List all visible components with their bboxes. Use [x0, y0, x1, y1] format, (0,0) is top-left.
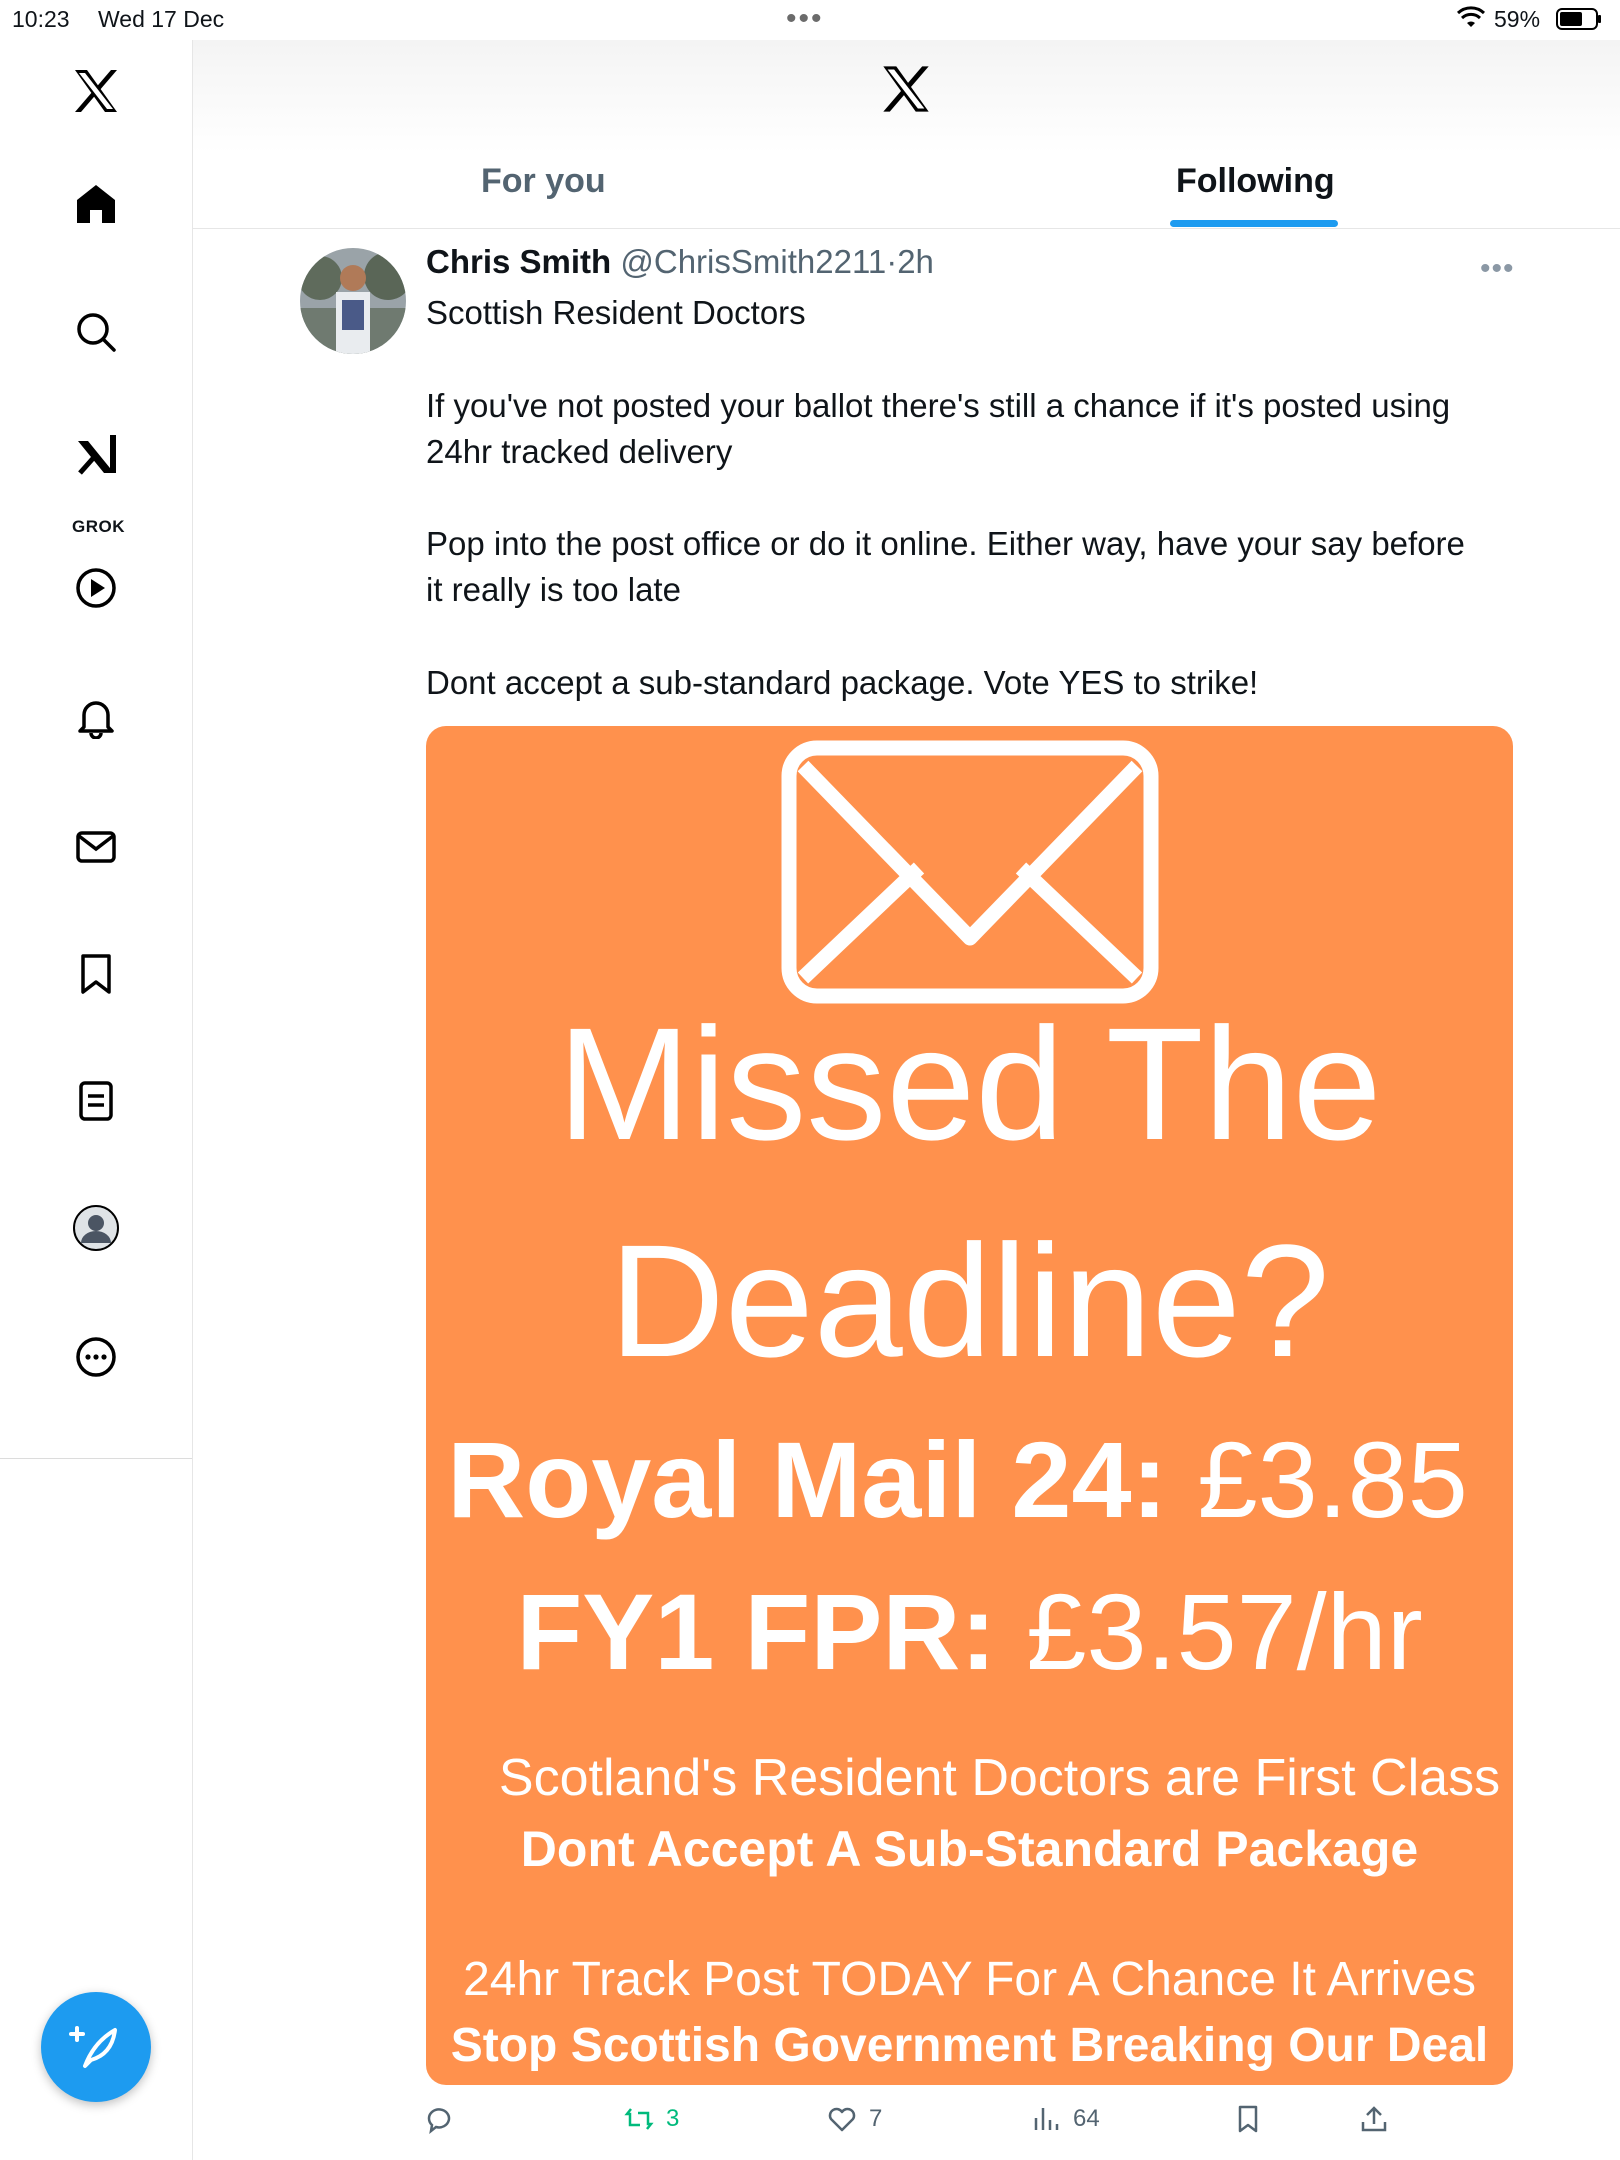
profile-icon[interactable] — [71, 1203, 121, 1253]
active-tab-indicator — [1170, 220, 1338, 227]
like-count: 7 — [869, 2105, 883, 2132]
battery-icon — [1556, 8, 1602, 30]
wifi-icon — [1456, 6, 1486, 36]
share-icon — [1361, 2106, 1387, 2132]
repost-icon — [624, 2108, 654, 2130]
sidebar: GROK — [0, 40, 193, 2160]
header-separator: · — [886, 243, 898, 280]
repost-count: 3 — [666, 2105, 680, 2132]
bookmarks-icon[interactable] — [71, 949, 121, 999]
author-name[interactable]: Chris Smith — [426, 243, 611, 280]
price1-value: £3.85 — [1197, 1419, 1468, 1540]
media-price-row1: Royal Mail 24: £3.85 — [426, 1426, 1501, 1534]
media-subtitle-2: Dont Accept A Sub-Standard Package — [520, 1821, 1419, 1877]
tab-following[interactable]: Following — [1176, 162, 1335, 201]
envelope-icon — [781, 740, 1159, 1004]
reply-icon — [427, 2108, 451, 2134]
repost-button[interactable]: 3 — [624, 2104, 679, 2134]
grok-label: GROK — [72, 517, 125, 536]
x-logo-icon[interactable] — [879, 62, 933, 116]
grok-icon[interactable] — [71, 428, 121, 478]
avatar[interactable] — [300, 248, 406, 354]
x-logo-icon[interactable] — [71, 66, 121, 116]
media-title-line2: Deadline? — [609, 1211, 1330, 1390]
price2-label: FY1 FPR: — [516, 1571, 997, 1692]
views-icon — [1034, 2108, 1059, 2130]
top-bar: For you Following — [193, 40, 1620, 229]
more-icon[interactable] — [71, 1332, 121, 1382]
media-title-line1: Missed The — [557, 994, 1382, 1173]
notifications-icon[interactable] — [71, 692, 121, 742]
video-icon[interactable] — [71, 563, 121, 613]
lists-icon[interactable] — [71, 1076, 121, 1126]
views-button[interactable]: 64 — [1031, 2104, 1100, 2134]
tweet-text-line: 24hr tracked delivery — [426, 433, 733, 470]
price1-label: Royal Mail 24: — [447, 1419, 1168, 1540]
bookmark-icon — [1238, 2105, 1258, 2133]
messages-icon[interactable] — [71, 822, 121, 872]
search-icon[interactable] — [71, 307, 121, 357]
status-bar: 10:23 Wed 17 Dec ••• 59% — [0, 0, 1620, 40]
heart-icon — [828, 2107, 856, 2132]
tweet-text-line: it really is too late — [426, 571, 681, 608]
tweet-text-line: If you've not posted your ballot there's… — [426, 387, 1451, 424]
share-button[interactable] — [1359, 2104, 1389, 2134]
views-count: 64 — [1073, 2105, 1100, 2132]
media-subtitle-3: 24hr Track Post TODAY For A Chance It Ar… — [463, 1953, 1476, 2006]
author-handle[interactable]: @ChrisSmith2211 — [620, 243, 886, 280]
tab-for-you[interactable]: For you — [481, 162, 606, 201]
tweet-header: Chris Smith @ChrisSmith2211·2h — [426, 243, 934, 281]
multitasking-dots-icon[interactable]: ••• — [786, 2, 824, 36]
reply-button[interactable] — [424, 2104, 454, 2134]
tweet-time[interactable]: 2h — [897, 243, 934, 280]
compose-feather-icon — [69, 2026, 117, 2068]
media-price-row2: FY1 FPR: £3.57/hr — [426, 1578, 1513, 1686]
status-date: Wed 17 Dec — [98, 6, 225, 32]
price2-value: £3.57/hr — [1026, 1571, 1423, 1692]
more-options-icon[interactable]: ••• — [1480, 252, 1515, 286]
media-subtitle-1: Scotland's Resident Doctors are First Cl… — [498, 1749, 1501, 1807]
media-subtitle-4: Stop Scottish Government Breaking Our De… — [450, 2019, 1489, 2072]
like-button[interactable]: 7 — [827, 2104, 882, 2134]
sidebar-divider — [0, 1458, 192, 1459]
status-time: 10:23 — [12, 6, 70, 32]
tweet-text-line: Dont accept a sub-standard package. Vote… — [426, 664, 1259, 701]
home-icon[interactable] — [71, 179, 121, 229]
bookmark-button[interactable] — [1233, 2104, 1263, 2134]
battery-percent: 59% — [1494, 6, 1541, 32]
tweet-text-line: Scottish Resident Doctors — [426, 294, 806, 331]
tweet-media-image[interactable]: Missed The Deadline? Royal Mail 24: £3.8… — [426, 726, 1513, 2085]
tweet-text-line: Pop into the post office or do it online… — [426, 525, 1465, 562]
compose-button[interactable] — [41, 1992, 151, 2102]
